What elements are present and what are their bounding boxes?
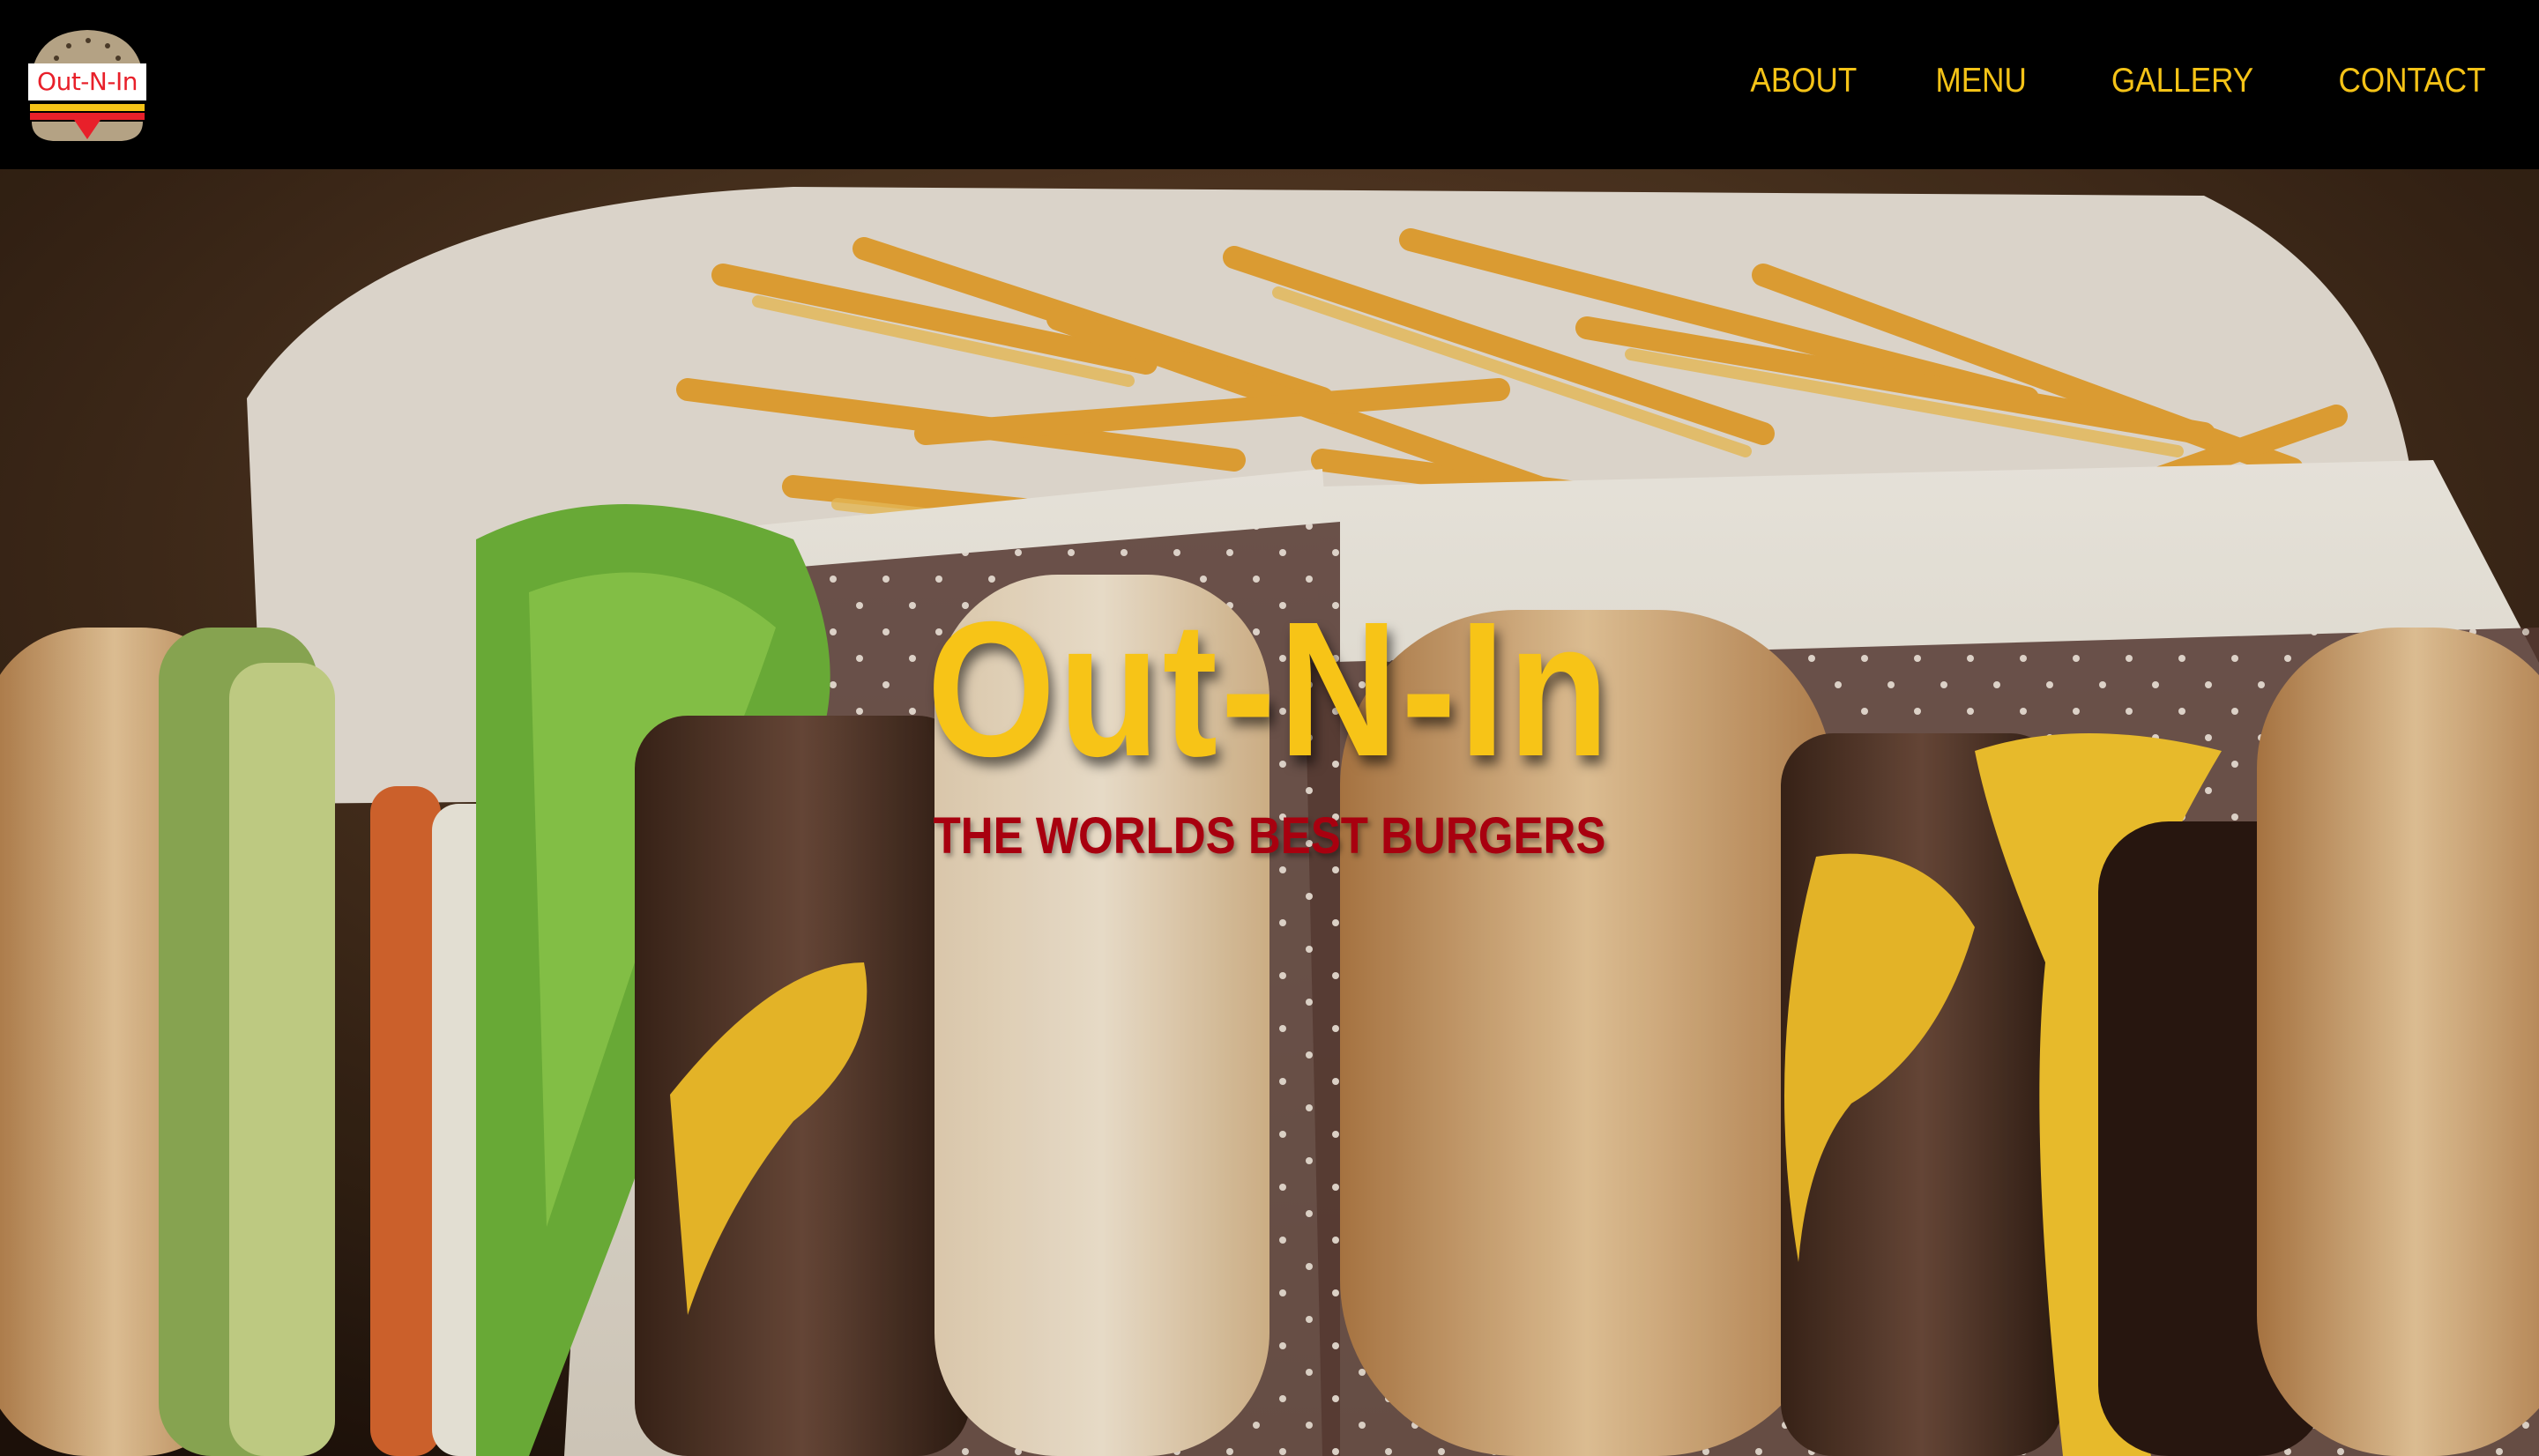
nav-about[interactable]: ABOUT — [1750, 62, 1857, 100]
main-nav: ABOUT MENU GALLERY CONTACT — [1739, 62, 2486, 100]
hero-tagline: THE WORLDS BEST BURGERS — [933, 807, 1606, 865]
nav-menu[interactable]: MENU — [1936, 62, 2027, 100]
logo[interactable]: Out-N-In — [25, 26, 150, 146]
hero-section: Out-N-In THE WORLDS BEST BURGERS — [0, 169, 2539, 1456]
site-header: Out-N-In ABOUT MENU GALLERY CONTACT — [0, 0, 2539, 169]
hero-title: Out-N-In — [927, 583, 1612, 797]
nav-gallery[interactable]: GALLERY — [2111, 62, 2253, 100]
nav-contact[interactable]: CONTACT — [2339, 62, 2486, 100]
logo-text: Out-N-In — [37, 67, 138, 96]
